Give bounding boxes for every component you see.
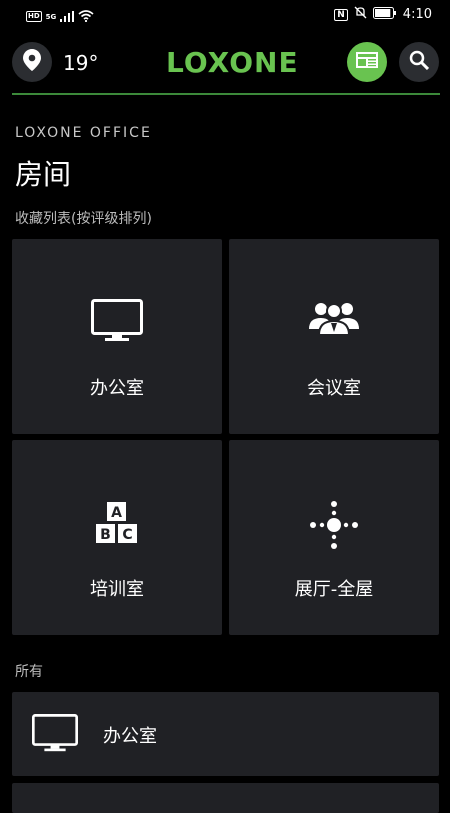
mute-bell-icon	[354, 6, 367, 23]
favorites-section-label: 收藏列表(按评级排列)	[15, 211, 152, 227]
svg-text:B: B	[100, 527, 111, 543]
news-button[interactable]	[347, 42, 387, 82]
header-divider	[12, 93, 440, 95]
newspaper-icon	[356, 52, 378, 72]
tile-label: 培训室	[90, 579, 144, 600]
loxone-logo: LOXONE	[166, 46, 299, 79]
favorite-tile-meeting-room[interactable]: 会议室	[229, 239, 439, 434]
dots-cross-icon	[309, 500, 359, 554]
svg-text:C: C	[122, 527, 132, 543]
svg-text:A: A	[111, 505, 122, 521]
tile-label: 办公室	[90, 378, 144, 399]
page-subtitle: LOXONE OFFICE	[15, 125, 152, 141]
location-button[interactable]	[12, 42, 52, 82]
list-item-label: 办公室	[103, 726, 157, 747]
app-header: 19° LOXONE	[0, 38, 450, 88]
search-button[interactable]	[399, 42, 439, 82]
favorite-tile-training-room[interactable]: ABC 培训室	[12, 440, 222, 635]
status-bar: HD 5G N 4:10	[0, 0, 450, 28]
monitor-icon	[91, 299, 143, 347]
tile-label: 展厅-全屋	[294, 579, 374, 600]
monitor-icon	[32, 714, 78, 757]
tile-label: 会议室	[307, 378, 361, 399]
wifi-icon	[78, 7, 94, 26]
location-pin-icon	[23, 49, 41, 75]
page-title: 房间	[15, 158, 72, 191]
room-list-item-office[interactable]: 办公室	[12, 692, 439, 776]
favorite-tile-showroom[interactable]: 展厅-全屋	[229, 440, 439, 635]
nfc-icon: N	[334, 8, 348, 21]
clock: 4:10	[402, 7, 432, 22]
room-list-item-next[interactable]	[12, 783, 439, 813]
favorite-tile-office[interactable]: 办公室	[12, 239, 222, 434]
hd-indicator: HD	[26, 11, 42, 22]
abc-blocks-icon: ABC	[95, 502, 139, 548]
people-group-icon	[309, 299, 359, 339]
signal-icon	[60, 7, 75, 26]
search-icon	[409, 50, 430, 74]
temperature: 19°	[63, 51, 99, 75]
all-section-label: 所有	[15, 664, 43, 680]
network-type: 5G	[45, 12, 57, 21]
battery-icon	[372, 6, 397, 23]
